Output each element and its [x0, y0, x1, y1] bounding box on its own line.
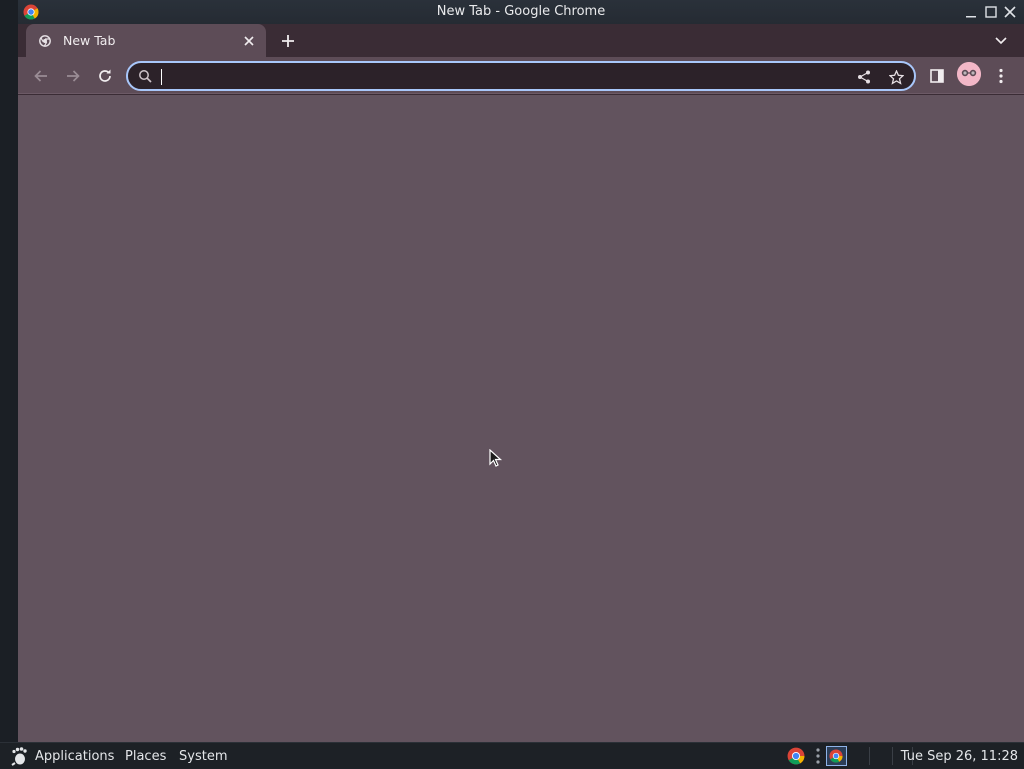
minimize-button[interactable] — [962, 2, 980, 22]
arrow-right-icon — [67, 70, 80, 82]
reload-button[interactable] — [93, 64, 117, 88]
tab-strip: New Tab — [18, 24, 1024, 57]
maximize-icon — [985, 6, 997, 18]
search-icon — [139, 70, 152, 83]
address-bar[interactable] — [126, 61, 916, 91]
gnome-foot-icon[interactable] — [9, 746, 29, 766]
plus-icon — [282, 35, 294, 47]
bookmark-button[interactable] — [886, 67, 906, 87]
mouse-pointer-icon — [489, 449, 503, 467]
places-menu[interactable]: Places — [125, 749, 166, 764]
tab-new-tab[interactable]: New Tab — [26, 24, 266, 57]
browser-window: New Tab — [18, 24, 1024, 742]
arrow-left-icon — [34, 70, 47, 82]
text-caret — [161, 69, 162, 85]
kebab-menu-icon — [999, 68, 1003, 84]
star-icon — [888, 69, 904, 85]
forward-button[interactable] — [61, 64, 85, 88]
tray-separator — [869, 747, 870, 765]
desktop-strip — [0, 0, 18, 742]
profile-avatar-icon — [957, 62, 981, 86]
close-icon — [1004, 6, 1016, 18]
address-input[interactable] — [160, 66, 840, 86]
window-titlebar[interactable]: New Tab - Google Chrome — [18, 0, 1024, 24]
page-content[interactable] — [18, 95, 1024, 742]
chrome-menu-button[interactable] — [989, 64, 1013, 88]
chrome-launcher-icon[interactable] — [787, 747, 805, 765]
chrome-newtab-favicon-icon — [39, 35, 51, 47]
share-icon — [858, 70, 870, 84]
close-window-button[interactable] — [1001, 2, 1019, 22]
system-menu[interactable]: System — [179, 749, 227, 764]
chrome-window-button[interactable] — [826, 746, 847, 766]
clock[interactable]: Tue Sep 26, 11:28 — [901, 749, 1018, 764]
applications-menu[interactable]: Applications — [35, 749, 114, 764]
chevron-down-icon — [995, 37, 1007, 45]
tray-separator — [892, 747, 893, 765]
tab-label: New Tab — [63, 33, 116, 48]
side-panel-button[interactable] — [925, 64, 949, 88]
tab-close-icon[interactable] — [242, 34, 256, 48]
chrome-window-icon — [829, 749, 843, 763]
browser-toolbar — [18, 57, 1024, 94]
reload-icon — [99, 69, 111, 82]
tab-search-button[interactable] — [992, 32, 1010, 50]
new-tab-button[interactable] — [278, 31, 298, 51]
back-button[interactable] — [29, 64, 53, 88]
avatar[interactable] — [957, 62, 981, 86]
taskbar: Applications Places System Tue Sep 26, 1… — [0, 742, 1024, 768]
minimize-icon — [966, 16, 976, 18]
maximize-button[interactable] — [982, 2, 1000, 22]
drag-handle-icon[interactable] — [811, 747, 825, 765]
side-panel-icon — [930, 69, 944, 83]
window-title: New Tab - Google Chrome — [436, 4, 606, 19]
share-button[interactable] — [854, 67, 874, 87]
